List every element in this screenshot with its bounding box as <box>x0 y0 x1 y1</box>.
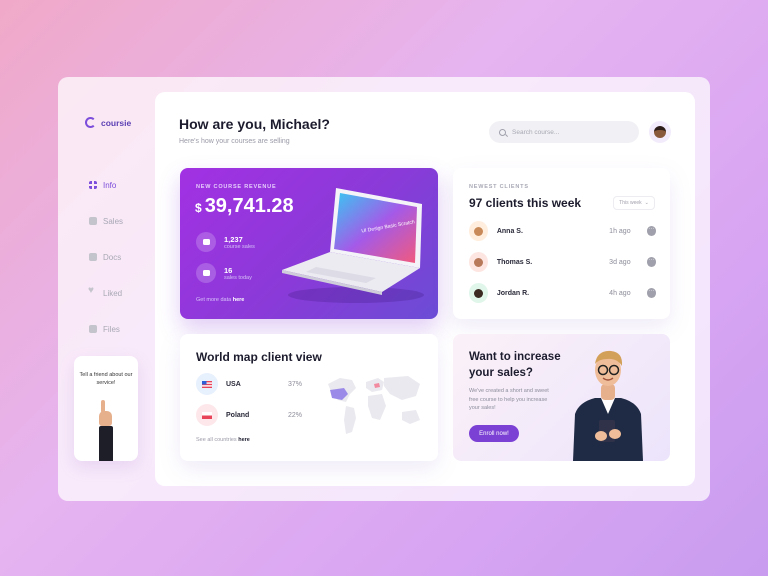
client-avatar <box>469 252 488 272</box>
sidebar-item-info[interactable]: Info <box>89 167 123 203</box>
page-subtitle: Here's how your courses are selling <box>179 138 290 145</box>
sidebar-nav: Info Sales Docs Liked Files <box>88 167 123 347</box>
footer-text: See all countries <box>196 437 237 443</box>
client-avatar <box>469 283 488 303</box>
country-percent: 22% <box>288 411 303 419</box>
country-name: USA <box>226 380 241 388</box>
avatar[interactable] <box>649 121 671 143</box>
see-all-countries-link[interactable]: here <box>238 437 250 443</box>
world-map-footer: See all countries here <box>196 437 250 443</box>
stat-course-sales: 1,237 course sales <box>196 232 255 252</box>
chevron-down-icon: ⌄ <box>644 200 649 206</box>
app-window: coursie Info Sales Docs Liked Files <box>58 77 710 501</box>
newest-clients-card: NEWEST CLIENTS 97 clients this week This… <box>453 168 670 319</box>
client-name: Jordan R. <box>496 289 530 297</box>
poland-flag-icon <box>196 404 218 426</box>
search-bar[interactable] <box>489 121 639 143</box>
footer-text: Get more data <box>196 297 232 303</box>
search-icon <box>499 128 506 136</box>
sidebar: coursie Info Sales Docs Liked Files <box>58 77 154 501</box>
client-time: 4h ago <box>609 289 631 297</box>
more-options-icon[interactable]: ··· <box>646 288 657 298</box>
invite-text: Tell a friend about our service! <box>79 372 133 386</box>
files-icon <box>89 325 97 333</box>
coursie-logo-icon <box>85 117 96 128</box>
sidebar-item-label: Docs <box>103 252 122 262</box>
stat-value: 16 <box>224 265 233 275</box>
revenue-label: NEW COURSE REVENUE <box>196 184 277 190</box>
client-time: 3d ago <box>609 258 631 266</box>
client-avatar <box>469 221 488 241</box>
sales-icon <box>89 217 97 225</box>
filter-value: This week <box>619 200 642 206</box>
page-title: How are you, Michael? <box>179 116 330 132</box>
docs-icon <box>89 253 97 261</box>
more-options-icon[interactable]: ··· <box>646 226 657 236</box>
stat-label: course sales <box>224 243 255 250</box>
sidebar-item-sales[interactable]: Sales <box>89 203 123 239</box>
revenue-footer: Get more data here <box>196 297 244 303</box>
user-avatar-icon <box>654 126 666 138</box>
sidebar-item-label: Info <box>103 180 117 190</box>
sidebar-item-label: Sales <box>103 216 124 226</box>
sidebar-item-docs[interactable]: Docs <box>89 239 123 275</box>
stat-label: sales today <box>224 274 252 281</box>
promo-text: We've created a short and sweet free cou… <box>469 388 549 412</box>
client-time: 1h ago <box>609 227 631 235</box>
main-panel: How are you, Michael? Here's how your co… <box>155 92 695 486</box>
laptop-illustration: UI Design Basic Scratch <box>282 188 424 303</box>
world-map-title: World map client view <box>196 350 322 364</box>
cart-icon <box>196 263 216 283</box>
country-percent: 37% <box>288 380 303 388</box>
revenue-card: NEW COURSE REVENUE $ 39,741.28 1,237 cou… <box>180 168 438 319</box>
stat-value: 1,237 <box>224 234 243 244</box>
sidebar-item-liked[interactable]: Liked <box>88 275 123 311</box>
sidebar-item-files[interactable]: Files <box>89 311 123 347</box>
heart-icon <box>88 285 97 297</box>
hand-palm <box>99 411 112 426</box>
client-name: Anna S. <box>496 227 523 235</box>
list-item[interactable]: Anna S. 1h ago ··· <box>469 220 657 242</box>
search-input[interactable] <box>512 128 622 136</box>
list-item[interactable]: Jordan R. 4h ago ··· <box>469 282 657 304</box>
more-options-icon[interactable]: ··· <box>646 257 657 267</box>
promo-card: Want to increase your sales? We've creat… <box>453 334 670 461</box>
list-item[interactable]: Poland 22% <box>196 404 302 426</box>
world-map-graphic <box>328 376 420 434</box>
list-item[interactable]: Thomas S. 3d ago ··· <box>469 251 657 273</box>
sidebar-item-label: Liked <box>103 288 123 298</box>
clients-label: NEWEST CLIENTS <box>469 184 529 190</box>
more-data-link[interactable]: here <box>233 297 245 303</box>
client-name: Thomas S. <box>496 258 533 266</box>
usa-flag-icon <box>196 373 218 395</box>
promo-title: Want to increase your sales? <box>469 351 561 379</box>
sidebar-item-label: Files <box>103 324 120 334</box>
invite-friend-card[interactable]: Tell a friend about our service! <box>74 356 138 461</box>
world-map-card: World map client view USA 37% Poland 22%… <box>180 334 438 461</box>
list-item[interactable]: USA 37% <box>196 373 302 395</box>
grid-icon <box>89 181 97 189</box>
stat-sales-today: 16 sales today <box>196 263 252 283</box>
country-name: Poland <box>226 411 250 419</box>
currency-symbol: $ <box>195 201 202 215</box>
clients-title: 97 clients this week <box>469 196 582 210</box>
person-illustration <box>573 350 643 461</box>
brand-logo[interactable]: coursie <box>85 117 131 128</box>
enroll-now-button[interactable]: Enroll now! <box>469 425 519 442</box>
hand-sleeve <box>99 426 113 461</box>
brand-name: coursie <box>101 117 132 128</box>
week-filter-select[interactable]: This week ⌄ <box>613 196 655 210</box>
wallet-icon <box>196 232 216 252</box>
